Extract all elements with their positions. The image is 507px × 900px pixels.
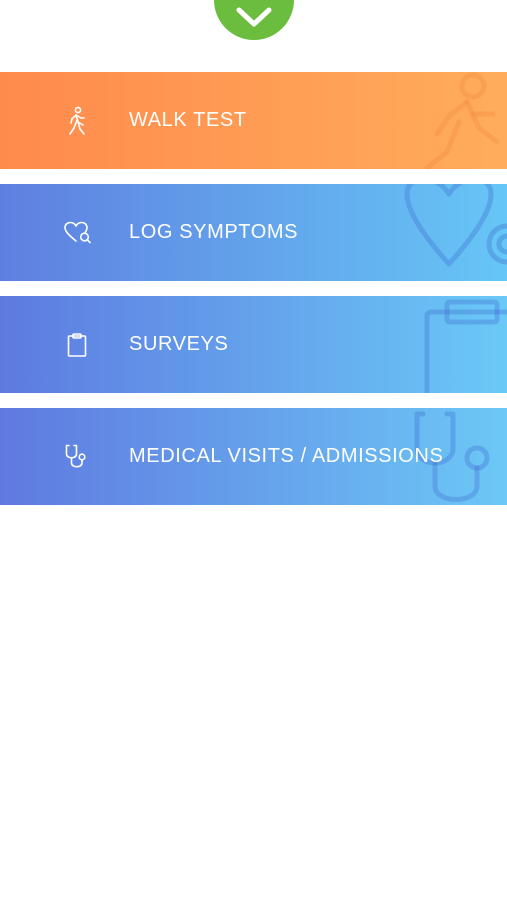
- walking-person-icon: [62, 106, 92, 136]
- chevron-down-icon: [236, 7, 272, 27]
- menu-item-walk-test[interactable]: WALK TEST: [0, 72, 507, 169]
- menu-item-label: SURVEYS: [129, 333, 229, 355]
- menu-item-medical-visits-admissions[interactable]: MEDICAL VISITS / ADMISSIONS: [0, 408, 507, 505]
- menu-list: WALK TEST LOG SYMPTOMS SURVEYS MEDICAL V…: [0, 72, 507, 520]
- walking-person-background-icon: [424, 72, 500, 169]
- menu-item-surveys[interactable]: SURVEYS: [0, 296, 507, 393]
- clipboard-icon: [62, 330, 92, 360]
- menu-item-label: WALK TEST: [129, 109, 247, 131]
- heart-background-icon: [404, 184, 507, 267]
- collapse-button[interactable]: [214, 0, 294, 40]
- menu-item-label: MEDICAL VISITS / ADMISSIONS: [129, 445, 444, 467]
- heart-search-icon: [62, 218, 92, 248]
- menu-item-label: LOG SYMPTOMS: [129, 221, 299, 243]
- clipboard-background-icon: [424, 299, 507, 393]
- stethoscope-icon: [62, 442, 92, 472]
- menu-item-log-symptoms[interactable]: LOG SYMPTOMS: [0, 184, 507, 281]
